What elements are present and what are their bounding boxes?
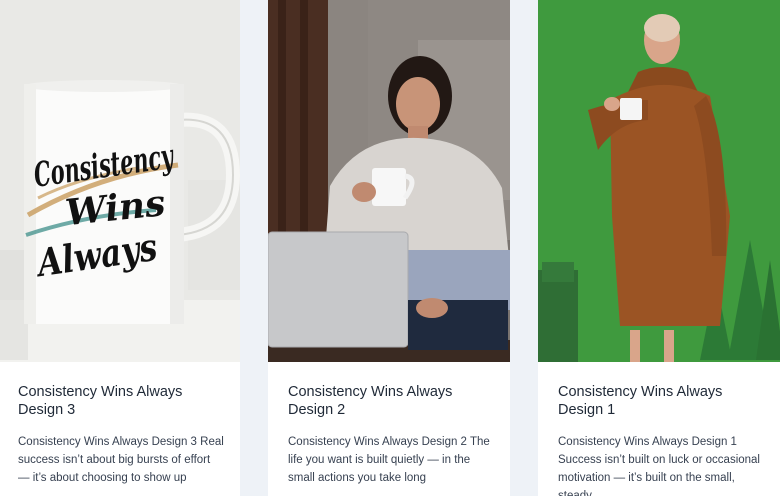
product-excerpt: Consistency Wins Always Design 2 The lif…	[288, 436, 490, 484]
product-image-mug[interactable]: Consistency Wins Always	[0, 0, 240, 362]
product-image-woman-laptop[interactable]	[268, 0, 510, 362]
card-body: Consistency Wins Always Design 2 Consist…	[268, 362, 510, 487]
product-card[interactable]: Consistency Wins Always Consistency Wins…	[0, 0, 240, 496]
product-excerpt: Consistency Wins Always Design 3 Real su…	[18, 436, 224, 484]
product-title[interactable]: Consistency Wins Always Design 1	[558, 383, 764, 419]
product-title[interactable]: Consistency Wins Always Design 3	[18, 383, 224, 419]
product-title[interactable]: Consistency Wins Always Design 2	[288, 383, 494, 419]
product-card[interactable]: Consistency Wins Always Design 2 Consist…	[268, 0, 510, 496]
product-grid: Consistency Wins Always Consistency Wins…	[0, 0, 780, 496]
product-image-woman-green[interactable]	[538, 0, 780, 362]
card-body: Consistency Wins Always Design 1 Consist…	[538, 362, 780, 496]
product-excerpt: Consistency Wins Always Design 1 Success…	[558, 436, 760, 496]
card-body: Consistency Wins Always Design 3 Consist…	[0, 362, 240, 487]
product-card[interactable]: Consistency Wins Always Design 1 Consist…	[538, 0, 780, 496]
